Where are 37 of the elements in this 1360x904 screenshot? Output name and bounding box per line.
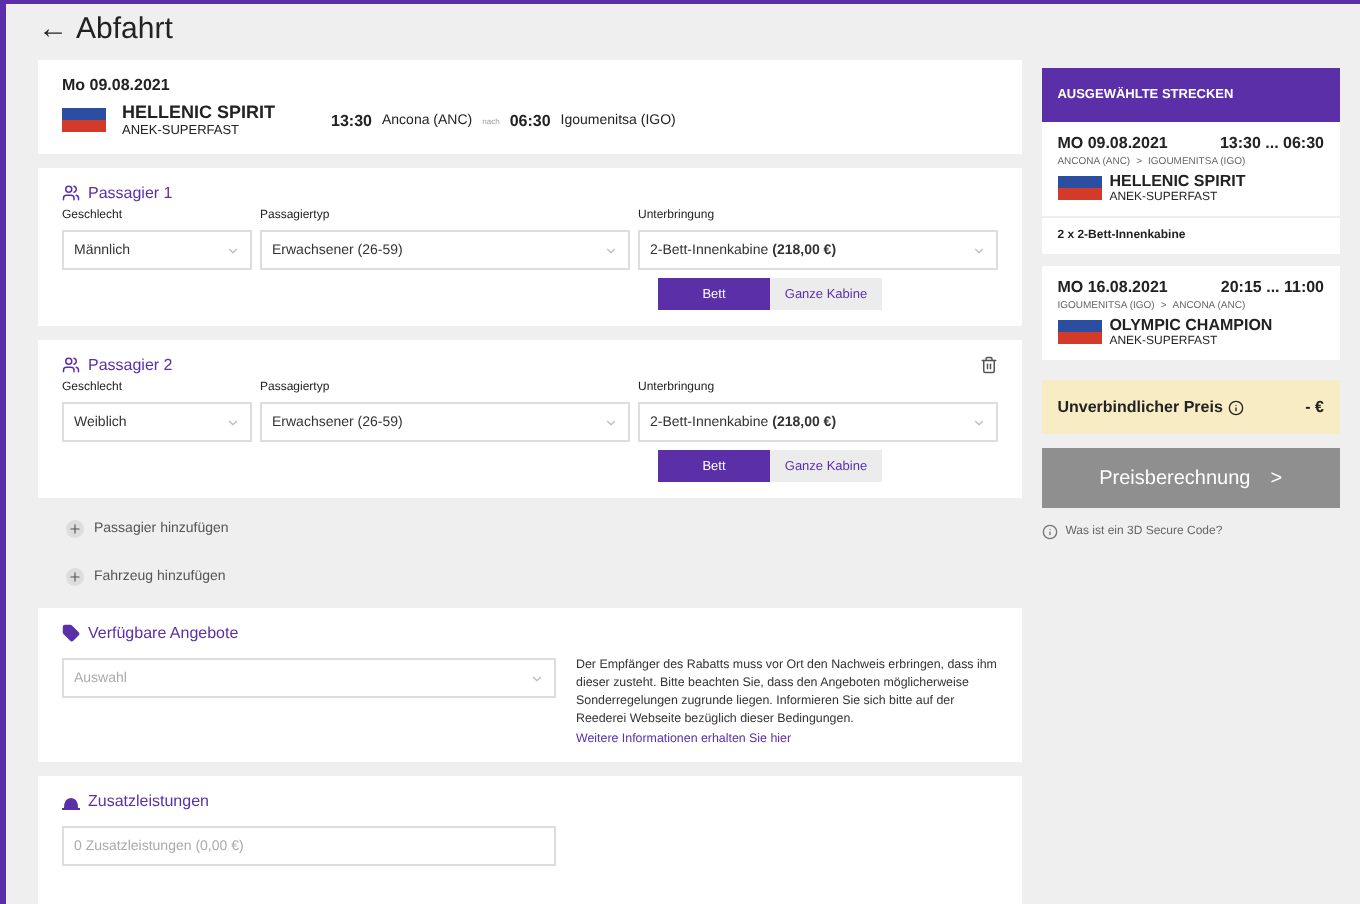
ship-name: HELLENIC SPIRIT: [1109, 172, 1246, 190]
chevron-down-icon: [971, 415, 986, 430]
section-title: Verfügbare Angebote: [88, 624, 239, 643]
people-icon: [62, 184, 80, 203]
arrival-time: 06:30: [509, 111, 551, 130]
info-icon: [1041, 524, 1058, 540]
section-title: Zusatzleistungen: [88, 792, 209, 811]
flag-icon: [1057, 176, 1102, 200]
chevron-down-icon: [971, 243, 986, 258]
departure-time: 13:30: [331, 111, 372, 130]
chevron-down-icon: [604, 243, 618, 258]
price-value: - €: [1305, 398, 1324, 416]
flag-icon: [1057, 320, 1102, 344]
route-times: 20:15 ... 11:00: [1220, 278, 1324, 296]
chevron-down-icon: [226, 415, 240, 430]
bell-icon: [62, 793, 80, 810]
trip-date: Mo 09.08.2021: [62, 76, 172, 95]
chevron-down-icon: [604, 415, 618, 430]
route-date: MO 09.08.2021: [1057, 134, 1168, 152]
people-icon: [62, 356, 80, 375]
back-arrow[interactable]: ←: [38, 12, 68, 47]
price-label: Unverbindlicher Preis: [1057, 398, 1223, 416]
ship-name: HELLENIC SPIRIT: [122, 102, 276, 123]
ship-name: OLYMPIC CHAMPION: [1109, 316, 1273, 334]
page-title: Abfahrt: [76, 12, 173, 47]
trash-icon[interactable]: [979, 356, 998, 375]
passenger-title: Passagier 2: [88, 356, 173, 375]
plus-icon: [66, 520, 84, 539]
chevron-down-icon: [226, 243, 240, 258]
tag-icon: [62, 624, 80, 643]
info-icon: [1228, 399, 1245, 415]
plus-icon: [66, 568, 84, 587]
route-date: MO 16.08.2021: [1057, 278, 1168, 296]
route-times: 13:30 ... 06:30: [1219, 134, 1324, 152]
passenger-title: Passagier 1: [88, 184, 173, 203]
chevron-down-icon: [530, 671, 544, 686]
flag-icon: [62, 108, 106, 133]
